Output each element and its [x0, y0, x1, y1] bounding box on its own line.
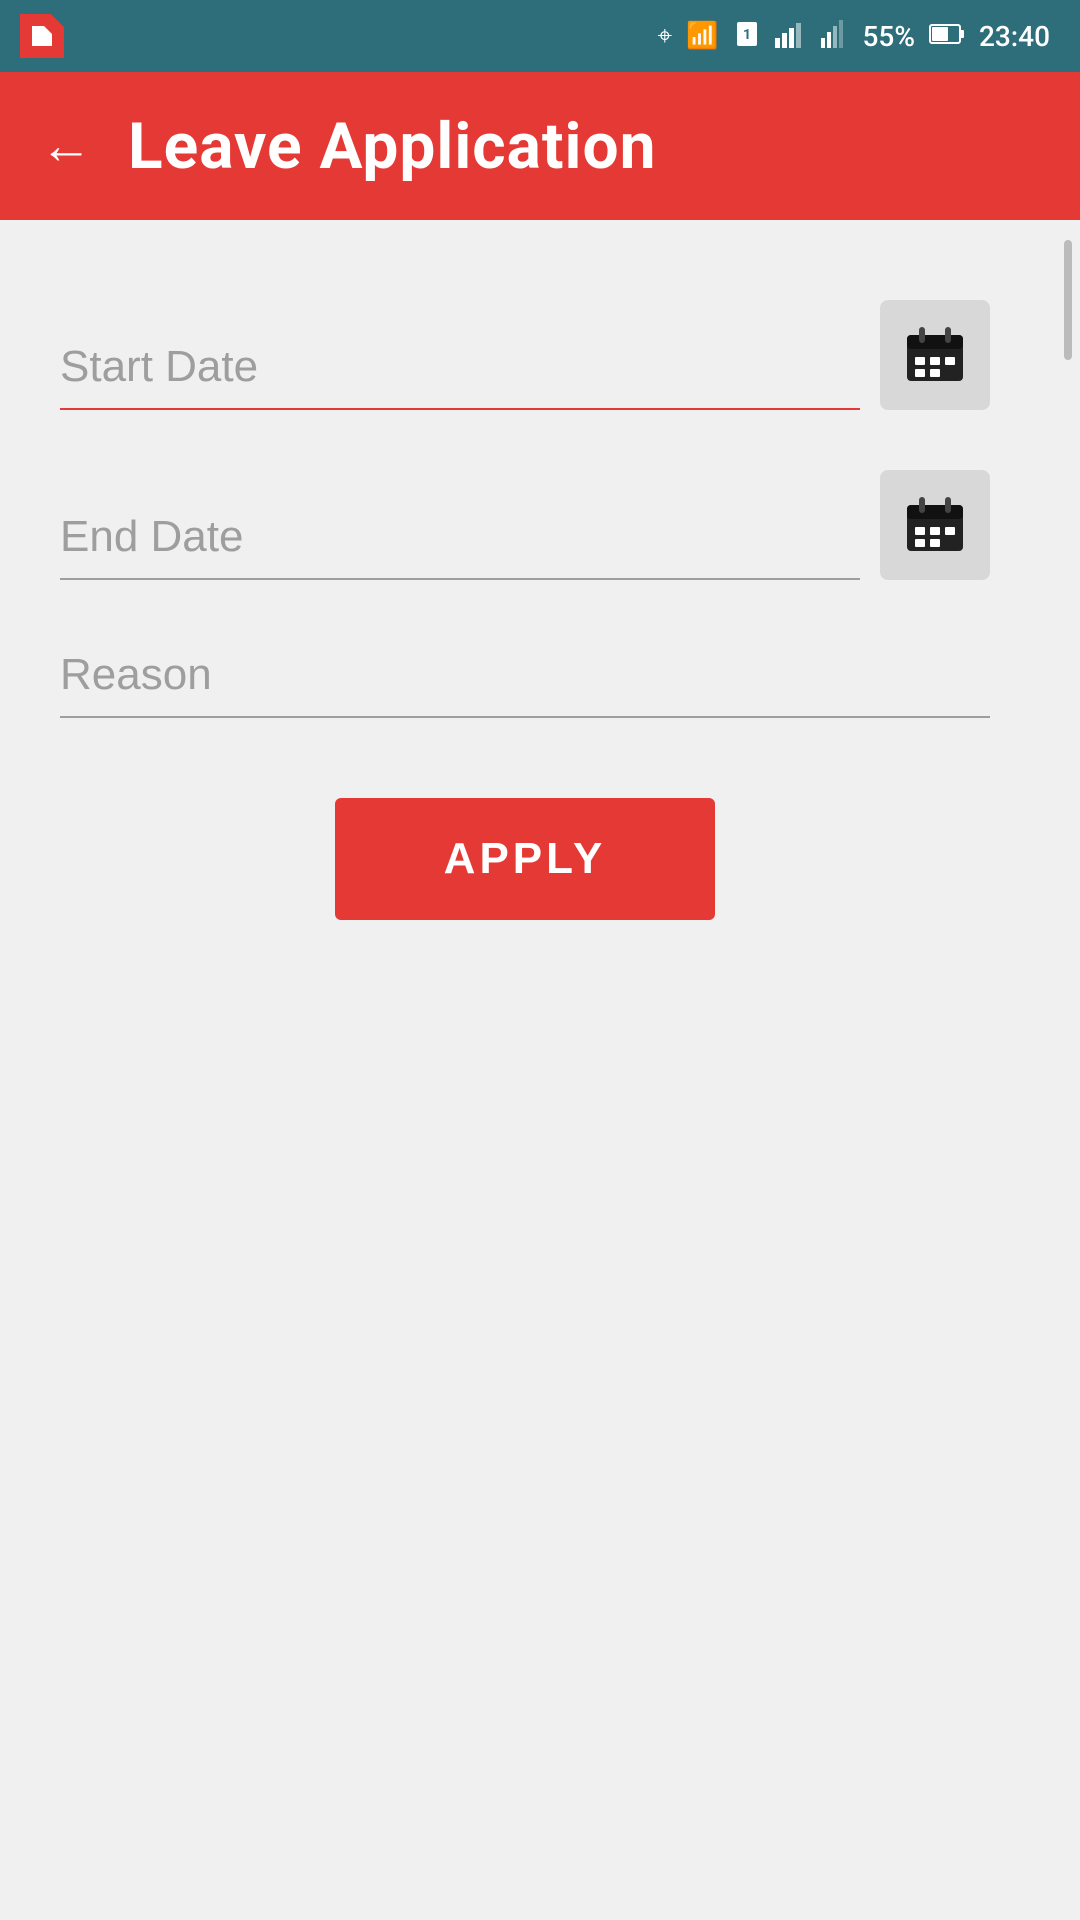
scrollbar-thumb: [1064, 240, 1072, 360]
folio-logo-icon: [20, 14, 64, 58]
mobile-signal-icon: [821, 20, 849, 53]
battery-percent: 55%: [863, 20, 915, 53]
calendar-icon: [903, 323, 967, 387]
start-date-input[interactable]: [60, 332, 860, 410]
page-title: Leave Application: [128, 109, 656, 184]
status-icons: ⌖ 📶 1 55%: [657, 20, 1050, 53]
end-date-calendar-button[interactable]: [880, 470, 990, 580]
sim-icon: 1: [733, 20, 761, 53]
back-button[interactable]: ←: [40, 120, 92, 172]
app-bar: ← Leave Application: [0, 72, 1080, 220]
bluetooth-icon: ⌖: [657, 23, 672, 49]
signal-bars-icon: [775, 20, 807, 53]
start-date-wrapper: [60, 332, 860, 410]
start-date-calendar-button[interactable]: [880, 300, 990, 410]
app-logo: [20, 0, 64, 72]
leave-form: APPLY: [60, 260, 990, 960]
reason-input[interactable]: [60, 640, 990, 718]
end-date-input[interactable]: [60, 502, 860, 580]
svg-text:1: 1: [742, 27, 750, 43]
reason-wrapper: [60, 640, 990, 718]
time-display: 23:40: [979, 20, 1050, 53]
status-bar: ⌖ 📶 1 55%: [0, 0, 1080, 72]
end-date-wrapper: [60, 502, 860, 580]
wifi-icon: 📶: [686, 23, 718, 49]
scrollbar[interactable]: [1056, 220, 1080, 620]
battery-icon: [929, 20, 965, 53]
apply-button[interactable]: APPLY: [335, 798, 715, 920]
calendar-icon-2: [903, 493, 967, 557]
reason-row: [60, 640, 990, 718]
start-date-row: [60, 300, 990, 410]
apply-btn-container: APPLY: [60, 798, 990, 920]
main-content: APPLY: [0, 220, 1080, 1000]
end-date-row: [60, 470, 990, 580]
